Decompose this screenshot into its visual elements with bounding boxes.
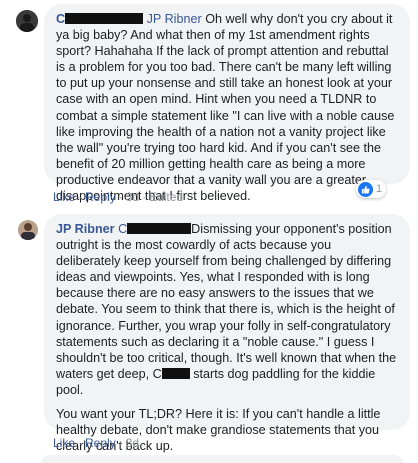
- comment-bubble: C JP Ribner Oh well why don't you cry ab…: [44, 4, 410, 203]
- redaction-bar: [161, 367, 190, 379]
- edited-label[interactable]: Edited: [149, 190, 183, 204]
- redaction-bar: [127, 223, 192, 234]
- comment-bubble: JP Ribner C Dismissing your opponent's po…: [44, 214, 410, 453]
- comment-text: Oh well why don't you cry about it ya bi…: [56, 12, 395, 204]
- commenter-avatar[interactable]: [16, 10, 38, 32]
- commenter-avatar[interactable]: [18, 220, 38, 240]
- like-link[interactable]: Like: [53, 190, 75, 204]
- timestamp[interactable]: 3d: [126, 190, 139, 204]
- reply-link[interactable]: Reply: [85, 436, 116, 450]
- reply-link[interactable]: Reply: [85, 190, 116, 204]
- comment-actions: Like · Reply · 3d: [53, 436, 140, 450]
- thumbs-up-icon: [358, 181, 373, 197]
- reaction-number: 1: [376, 183, 383, 195]
- comment-author[interactable]: C: [56, 12, 147, 26]
- mention-link[interactable]: C: [118, 222, 192, 236]
- timestamp[interactable]: 3d: [126, 436, 139, 450]
- like-link[interactable]: Like: [53, 436, 75, 450]
- comment-text: Dismissing your opponent's position outr…: [56, 222, 397, 381]
- comment-actions: Like · Reply · 3d · Edited: [53, 190, 184, 204]
- redaction-bar: [65, 13, 144, 24]
- reaction-count[interactable]: 1: [356, 180, 387, 198]
- comment-author[interactable]: JP Ribner: [56, 222, 115, 236]
- mention-link[interactable]: JP Ribner: [147, 12, 202, 26]
- redacted-name: C: [153, 367, 190, 381]
- next-comment-bubble: [40, 455, 404, 463]
